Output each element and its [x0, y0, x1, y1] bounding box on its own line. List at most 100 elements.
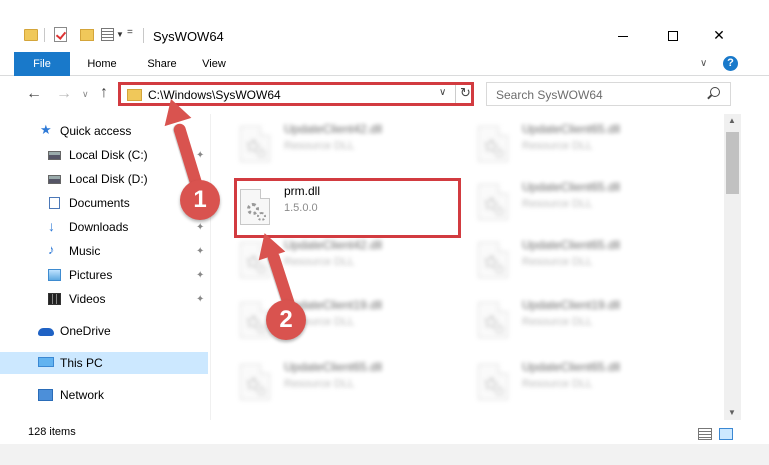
drive-icon — [48, 151, 61, 160]
file-name: UpdateClient19.dll — [522, 298, 621, 312]
sidebar-item-onedrive[interactable]: OneDrive — [0, 320, 208, 342]
search-input[interactable]: Search SysWOW64 — [496, 88, 603, 102]
pictures-icon — [48, 269, 61, 281]
annotation-badge-1: 1 — [180, 180, 220, 220]
minimize-icon — [618, 35, 628, 37]
dll-file-icon — [240, 126, 270, 162]
sidebar-item-label: Quick access — [60, 124, 132, 138]
file-item[interactable]: UpdateClient42.dll Resource DLL — [234, 116, 464, 174]
sidebar-item-label: Downloads — [69, 220, 129, 234]
sidebar-item-label: Pictures — [69, 268, 113, 282]
file-item[interactable]: UpdateClient65.dll Resource DLL — [472, 232, 702, 290]
file-name: UpdateClient65.dll — [522, 122, 621, 136]
dll-file-icon — [478, 126, 508, 162]
file-name: UpdateClient65.dll — [284, 360, 383, 374]
sidebar-item-label: Local Disk (D:) — [69, 172, 148, 186]
sidebar-item-pictures[interactable]: Pictures ✦ — [0, 264, 208, 286]
pin-icon[interactable]: ✦ — [196, 241, 204, 263]
properties-check-icon[interactable] — [54, 27, 67, 42]
recent-locations-icon[interactable]: ∨ — [82, 89, 89, 100]
sidebar-item-local-disk-c[interactable]: Local Disk (C:) ✦ — [0, 144, 208, 166]
large-icons-view-icon[interactable] — [719, 428, 733, 440]
file-item[interactable]: UpdateClient19.dll Resource DLL — [472, 292, 702, 350]
documents-icon — [49, 197, 60, 209]
close-icon: ✕ — [713, 27, 725, 43]
help-icon[interactable]: ? — [723, 56, 738, 71]
file-description: Resource DLL — [284, 378, 355, 390]
minimize-button[interactable] — [600, 24, 646, 46]
sidebar-item-downloads[interactable]: ↓ Downloads ✦ — [0, 216, 208, 238]
file-description: Resource DLL — [522, 140, 593, 152]
toolbar-divider — [44, 28, 45, 42]
dll-file-icon — [240, 189, 270, 225]
annotation-badge-2: 2 — [266, 300, 306, 340]
file-name: UpdateClient65.dll — [522, 360, 621, 374]
sidebar-item-network[interactable]: Network — [0, 384, 208, 406]
sidebar-item-label: Local Disk (C:) — [69, 148, 148, 162]
window-title: SysWOW64 — [153, 29, 224, 44]
vertical-scrollbar[interactable]: ▲ ▼ — [724, 114, 741, 420]
title-divider — [143, 28, 144, 43]
tab-home[interactable]: Home — [78, 52, 126, 76]
bottom-band — [0, 444, 769, 465]
file-item[interactable]: UpdateClient65.dll Resource DLL — [472, 174, 702, 232]
details-view-icon[interactable] — [698, 428, 712, 440]
file-description: Resource DLL — [522, 198, 593, 210]
dll-file-icon — [478, 302, 508, 338]
close-button[interactable]: ✕ — [696, 24, 742, 46]
tab-share[interactable]: Share — [138, 52, 186, 76]
sidebar-item-music[interactable]: ♪ Music ✦ — [0, 240, 208, 262]
music-icon: ♪ — [48, 242, 55, 257]
scroll-up-icon[interactable]: ▲ — [728, 116, 736, 125]
highlighted-file-item[interactable]: prm.dll 1.5.0.0 — [234, 178, 461, 238]
folder-icon — [24, 29, 38, 41]
dll-file-icon — [478, 242, 508, 278]
search-icon[interactable] — [710, 87, 720, 97]
drive-icon — [48, 175, 61, 184]
folder-icon — [127, 89, 142, 101]
tab-file[interactable]: File — [14, 52, 70, 76]
status-bar — [0, 420, 769, 444]
file-item[interactable]: UpdateClient65.dll Resource DLL — [472, 116, 702, 174]
chevron-down-icon[interactable]: ▼ — [116, 30, 124, 39]
tab-view[interactable]: View — [192, 52, 236, 76]
address-divider — [455, 85, 456, 103]
dll-file-icon — [240, 364, 270, 400]
scroll-thumb[interactable] — [726, 132, 739, 194]
pin-icon[interactable]: ✦ — [196, 145, 204, 167]
new-folder-icon[interactable] — [80, 29, 94, 41]
customize-quick-access-icon[interactable]: = — [127, 27, 133, 38]
chevron-down-icon[interactable]: ∨ — [439, 87, 446, 98]
file-description: Resource DLL — [522, 378, 593, 390]
file-item[interactable]: UpdateClient65.dll Resource DLL — [234, 354, 464, 412]
maximize-button[interactable] — [650, 24, 696, 46]
network-icon — [38, 389, 53, 401]
search-box[interactable]: Search SysWOW64 — [486, 82, 731, 106]
item-count: 128 items — [28, 426, 76, 438]
sidebar-item-label: Documents — [69, 196, 130, 210]
pin-icon[interactable]: ✦ — [196, 265, 204, 287]
file-item[interactable]: UpdateClient65.dll Resource DLL — [472, 354, 702, 412]
maximize-icon — [668, 31, 678, 42]
pane-divider[interactable] — [210, 114, 211, 420]
videos-icon — [48, 293, 61, 305]
up-arrow-icon[interactable]: ↑ — [100, 84, 108, 102]
sidebar-item-this-pc[interactable]: This PC — [0, 352, 208, 374]
pin-icon[interactable]: ✦ — [196, 217, 204, 239]
file-name: UpdateClient42.dll — [284, 238, 383, 252]
navigation-pane: ★ Quick access Local Disk (C:) ✦ Local D… — [0, 114, 212, 420]
sidebar-item-videos[interactable]: Videos ✦ — [0, 288, 208, 310]
scroll-down-icon[interactable]: ▼ — [728, 408, 736, 417]
forward-arrow-icon[interactable]: → — [56, 85, 72, 103]
refresh-icon[interactable]: ↻ — [460, 85, 471, 101]
file-name: UpdateClient65.dll — [522, 238, 621, 252]
sidebar-item-label: This PC — [60, 356, 103, 370]
file-name: UpdateClient65.dll — [522, 180, 621, 194]
pin-icon[interactable]: ✦ — [196, 289, 204, 311]
properties-icon[interactable] — [101, 28, 114, 41]
back-arrow-icon[interactable]: ← — [26, 85, 42, 103]
sidebar-item-documents[interactable]: Documents ✦ — [0, 192, 208, 214]
expand-ribbon-icon[interactable]: ∨ — [700, 58, 707, 69]
sidebar-item-local-disk-d[interactable]: Local Disk (D:) — [0, 168, 208, 190]
file-version: 1.5.0.0 — [284, 202, 318, 214]
